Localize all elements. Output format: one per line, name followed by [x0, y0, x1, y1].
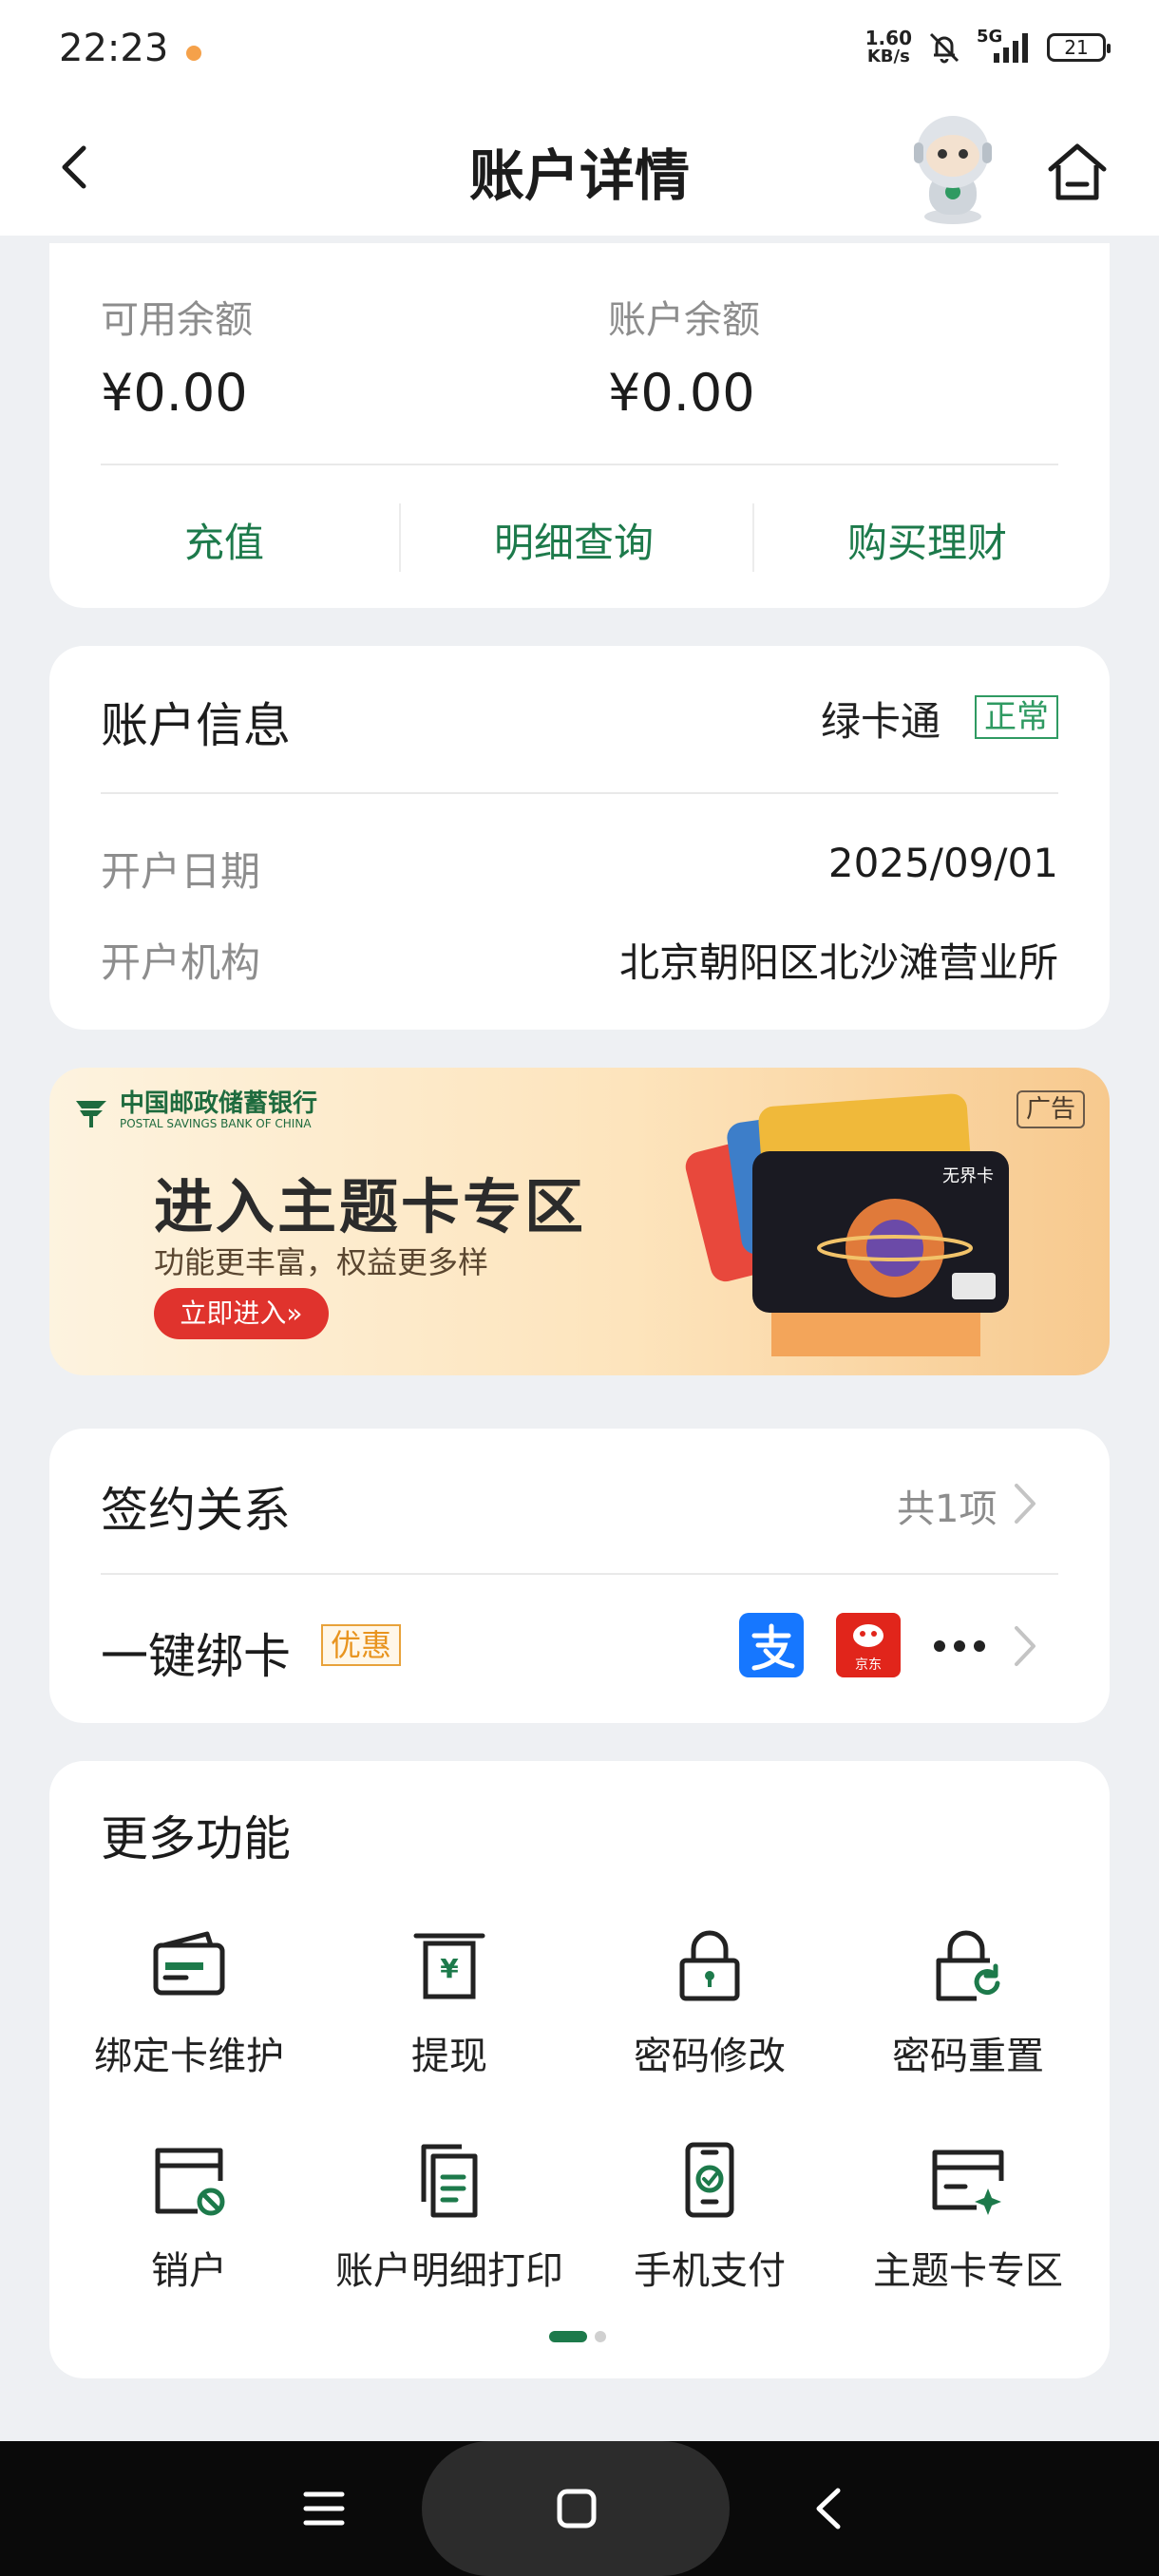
network-speed: 1.60 KB/s	[865, 28, 912, 66]
balance-card: 可用余额 ¥0.00 账户余额 ¥0.00 充值 明细查询 购买理财	[49, 243, 1110, 608]
feature-label: 主题卡专区	[873, 2249, 1063, 2293]
feature-theme-card[interactable]: 主题卡专区	[840, 2139, 1096, 2295]
branch-value: 北京朝阳区北沙滩营业所	[618, 939, 1058, 986]
bound-card-icon	[153, 1931, 225, 1996]
withdraw-icon: ¥	[413, 1933, 485, 1999]
page-dot	[595, 2331, 606, 2342]
feature-label: 提现	[411, 2035, 487, 2078]
battery-level: 21	[1064, 36, 1089, 59]
feature-label: 账户明细打印	[335, 2249, 563, 2293]
menu-icon[interactable]	[302, 2487, 346, 2530]
status-time: 22:23	[59, 27, 169, 70]
alipay-icon	[739, 1613, 804, 1677]
network-speed-unit: KB/s	[866, 47, 910, 66]
feature-password-reset[interactable]: 密码重置	[840, 1924, 1096, 2080]
feature-password-change[interactable]: 密码修改	[581, 1924, 838, 2080]
system-navigation-bar	[0, 2441, 1159, 2576]
open-date-value: 2025/09/01	[827, 840, 1058, 886]
page-dot-active	[549, 2331, 587, 2342]
feature-mobile-pay[interactable]: 手机支付	[581, 2139, 838, 2295]
divider	[101, 464, 1058, 465]
feature-label: 密码重置	[892, 2035, 1044, 2078]
psbc-logo-icon	[76, 1101, 106, 1127]
banner-enter-button[interactable]: 立即进入»	[154, 1288, 329, 1339]
credit-card-illustration: 无界卡	[685, 1093, 1009, 1356]
account-balance-label: 账户余额	[608, 298, 760, 342]
transaction-query-button[interactable]: 明细查询	[494, 511, 654, 569]
chevron-right-icon	[1015, 1484, 1036, 1524]
feature-statement-print[interactable]: 账户明细打印	[321, 2139, 578, 2295]
assistant-robot-icon[interactable]	[901, 110, 1005, 228]
discount-badge: 优惠	[321, 1624, 402, 1666]
page-indicator	[549, 2331, 606, 2342]
one-click-bind-label: 一键绑卡	[101, 1629, 291, 1684]
svg-text:¥: ¥	[440, 1953, 459, 1984]
password-change-icon	[679, 1930, 740, 2001]
theme-card-icon	[932, 2150, 1004, 2215]
status-icons: 1.60 KB/s 5G 21	[865, 27, 1111, 66]
status-bar: 22:23 1.60 KB/s 5G 21	[0, 0, 1159, 103]
account-info-card: 账户信息 绿卡通 正常 开户日期 2025/09/01 开户机构 北京朝阳区北沙…	[49, 646, 1110, 1030]
mute-bell-icon	[929, 32, 960, 64]
more-icon	[934, 1640, 985, 1652]
feature-withdraw[interactable]: ¥ 提现	[321, 1924, 578, 2080]
chevron-right-icon	[1015, 1626, 1036, 1666]
one-click-bind-row[interactable]: 一键绑卡 优惠 京东	[49, 1575, 1110, 1723]
buy-wealth-product-button[interactable]: 购买理财	[847, 511, 1007, 569]
close-account-icon	[155, 2148, 225, 2216]
open-date-label: 开户日期	[101, 848, 261, 895]
divider	[752, 503, 754, 572]
divider	[399, 503, 401, 572]
password-reset-icon	[936, 1930, 1000, 2001]
account-balance-value: ¥0.00	[608, 363, 755, 423]
signing-count: 共1项	[897, 1487, 998, 1531]
bank-logo: 中国邮政储蓄银行 POSTAL SAVINGS BANK OF CHINA	[72, 1090, 317, 1130]
feature-close-account[interactable]: 销户	[61, 2139, 317, 2295]
feature-label: 手机支付	[634, 2249, 786, 2293]
mobile-pay-icon	[685, 2142, 734, 2218]
more-features-heading: 更多功能	[101, 1811, 291, 1866]
feature-label: 销户	[151, 2249, 227, 2293]
home-square-icon[interactable]	[555, 2487, 598, 2530]
account-info-heading: 账户信息	[101, 698, 291, 753]
bank-name: 中国邮政储蓄银行	[120, 1089, 318, 1118]
network-speed-value: 1.60	[864, 27, 912, 49]
feature-label: 密码修改	[634, 2035, 786, 2078]
banner-subtitle: 功能更丰富，权益更多样	[154, 1244, 489, 1280]
more-features-card: 更多功能 绑定卡维护 ¥ 提现 密码修改 密码重置 销户 账户明细打印 手机支付…	[49, 1761, 1110, 2378]
signal-icon: 5G	[977, 27, 1034, 65]
signing-relation-row[interactable]: 签约关系 共1项	[49, 1429, 1110, 1573]
jd-label: 京东	[855, 1657, 882, 1673]
nav-bar: 账户详情	[0, 103, 1159, 236]
top-up-button[interactable]: 充值	[184, 511, 264, 569]
available-balance-label: 可用余额	[101, 298, 253, 342]
system-back-icon[interactable]	[809, 2485, 847, 2532]
card-type: 绿卡通	[821, 698, 941, 745]
divider	[101, 792, 1058, 794]
ad-tag: 广告	[1016, 1090, 1085, 1128]
jd-icon: 京东	[836, 1613, 901, 1677]
home-icon[interactable]	[1039, 135, 1115, 211]
signing-card: 签约关系 共1项 一键绑卡 优惠 京东	[49, 1429, 1110, 1723]
feature-bound-card[interactable]: 绑定卡维护	[61, 1924, 317, 2080]
battery-icon: 21	[1047, 33, 1111, 62]
signing-relation-label: 签约关系	[101, 1483, 291, 1538]
banner-title: 进入主题卡专区	[154, 1172, 587, 1241]
theme-card-banner[interactable]: 中国邮政储蓄银行 POSTAL SAVINGS BANK OF CHINA 进入…	[49, 1068, 1110, 1375]
available-balance-value: ¥0.00	[101, 363, 248, 423]
card-name: 无界卡	[942, 1166, 994, 1186]
statement-print-icon	[421, 2144, 478, 2218]
notification-dot	[186, 46, 201, 61]
status-badge: 正常	[975, 695, 1058, 739]
feature-label: 绑定卡维护	[94, 2035, 284, 2078]
branch-label: 开户机构	[101, 939, 261, 986]
bank-name-en: POSTAL SAVINGS BANK OF CHINA	[120, 1117, 312, 1130]
